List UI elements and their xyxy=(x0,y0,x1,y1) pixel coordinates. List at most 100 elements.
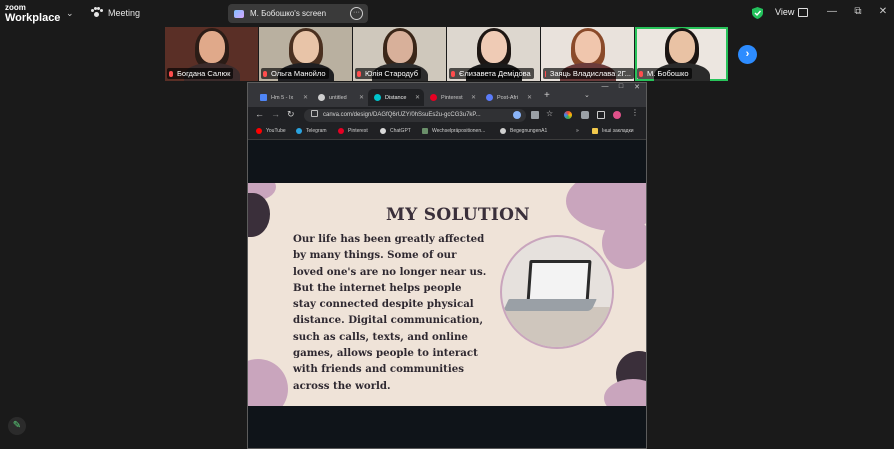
tab-label: Pinterest xyxy=(441,94,463,101)
browser-toolbar: ← → ↻ canva.com/design/DAGfQ6rUZY/0hSsuE… xyxy=(248,107,646,124)
bookmark-other[interactable]: Інші закладки xyxy=(592,128,634,134)
participant-nametag: Ольга Манойло xyxy=(261,68,329,79)
participant-face xyxy=(668,31,695,63)
participant-name: Богдана Салюк xyxy=(177,69,231,78)
pinterest-icon xyxy=(430,94,437,101)
telegram-icon xyxy=(296,128,302,134)
bookmark-label: Інші закладки xyxy=(602,128,634,134)
close-icon[interactable]: ✕ xyxy=(877,6,889,17)
participant-nametag: Єлизавета Демідова xyxy=(449,68,534,79)
back-arrow-icon[interactable]: ← xyxy=(255,109,264,119)
participant-tile[interactable]: Ольга Манойло xyxy=(259,27,352,81)
canva-icon xyxy=(374,94,381,101)
zoom-workplace-logo[interactable]: zoom Workplace xyxy=(5,4,60,24)
star-icon[interactable]: ☆ xyxy=(546,109,554,118)
participant-tile[interactable]: Богдана Салюк xyxy=(165,27,258,81)
browser-close-icon[interactable]: ✕ xyxy=(630,83,644,91)
chatgpt-icon xyxy=(380,128,386,134)
participant-nametag: Богдана Салюк xyxy=(167,68,234,79)
mic-muted-icon xyxy=(263,70,267,77)
slide-text-line: Our life has been greatly affected xyxy=(293,233,485,245)
bookmark-label: Telegram xyxy=(306,128,327,134)
bookmark-label: BegegnungenA1 xyxy=(510,128,548,134)
bookmark-wechsel[interactable]: Wechselpräpositionen... xyxy=(422,128,485,134)
zoom-top-bar: zoom Workplace ⌄ Meeting M. Бобошко's sc… xyxy=(0,0,894,28)
participant-tile[interactable]: Юлія Стародуб xyxy=(353,27,446,81)
laptop-keyboard-shape xyxy=(503,299,597,311)
bookmark-youtube[interactable]: YouTube xyxy=(256,128,286,134)
tab-search-chevron-icon[interactable]: ⌄ xyxy=(584,91,590,99)
participant-name: Єлизавета Демідова xyxy=(459,69,531,78)
extensions-puzzle-icon[interactable] xyxy=(581,111,589,119)
view-grid-icon xyxy=(798,7,809,17)
tab-label: Post-Afri xyxy=(497,94,519,101)
participant-tile[interactable]: Єлизавета Демідова xyxy=(447,27,540,81)
bookmark-begegnungen[interactable]: BegegnungenA1 xyxy=(500,128,547,134)
close-tab-icon[interactable]: ✕ xyxy=(415,94,420,101)
presentation-slide[interactable]: MY SOLUTION Our life has been greatly af… xyxy=(248,183,646,406)
minimize-icon[interactable]: — xyxy=(826,6,838,17)
address-bar[interactable]: canva.com/design/DAGfQ6rUZY/0hSsuEs2u-gc… xyxy=(304,109,526,122)
view-label: View xyxy=(775,7,795,17)
participant-tile[interactable]: Заяць Владислава 2Г... xyxy=(541,27,634,81)
annotate-pencil-icon[interactable]: ✎ xyxy=(8,417,26,435)
tab-label: Hm 5 - Ix xyxy=(271,94,294,101)
laptop-photo xyxy=(500,235,614,349)
sidepanel-icon[interactable] xyxy=(597,111,605,119)
mic-muted-icon xyxy=(545,70,546,77)
bookmark-label: ChatGPT xyxy=(390,128,411,134)
browser-restore-icon[interactable]: □ xyxy=(614,83,628,90)
new-tab-icon[interactable]: + xyxy=(544,90,550,101)
tab-2[interactable]: untitled ✕ xyxy=(312,89,368,106)
desk-shape xyxy=(502,307,612,347)
slide-text-line: loved one's are no longer near us. xyxy=(293,265,487,278)
next-participants-button[interactable]: › xyxy=(738,45,757,64)
restore-icon[interactable]: ⧉ xyxy=(852,6,864,17)
share-icon[interactable] xyxy=(531,111,539,119)
kebab-menu-icon[interactable]: ⋮ xyxy=(631,108,639,117)
bookmark-chatgpt[interactable]: ChatGPT xyxy=(380,128,411,134)
participant-tile[interactable]: М. Бобошко xyxy=(635,27,728,81)
tab-5[interactable]: Post-Afri ✕ xyxy=(480,89,536,106)
extension-color-icon[interactable] xyxy=(564,111,572,119)
tab-strip: Hm 5 - Ix ✕ untitled ✕ Distance ✕ Pinterest… xyxy=(248,83,646,107)
encryption-shield-icon[interactable] xyxy=(752,7,763,19)
tab-3-active[interactable]: Distance ✕ xyxy=(368,89,424,106)
bookmarks-overflow-icon[interactable]: » xyxy=(576,128,579,134)
slide-text-line: by many things. Some of our xyxy=(293,249,457,262)
globe-icon xyxy=(318,94,325,101)
profile-avatar-icon[interactable] xyxy=(613,111,621,119)
participant-face xyxy=(292,31,319,63)
decor-blob xyxy=(604,379,646,406)
brand-zoom-text: zoom xyxy=(5,3,26,12)
screen-share-indicator[interactable]: M. Бобошко's screen ··· xyxy=(228,4,368,23)
decor-blob xyxy=(248,193,270,237)
folder-icon xyxy=(592,128,598,134)
participant-strip: Богдана Салюк Ольга Манойло Юлія Стародуб Є… xyxy=(165,27,728,81)
mic-muted-icon xyxy=(451,70,455,77)
close-tab-icon[interactable]: ✕ xyxy=(471,94,476,101)
bookmark-pinterest[interactable]: Pinterest xyxy=(338,128,368,134)
google-lens-icon[interactable] xyxy=(513,111,521,119)
reload-icon[interactable]: ↻ xyxy=(287,109,295,120)
tab-4[interactable]: Pinterest ✕ xyxy=(424,89,480,106)
view-button[interactable]: View xyxy=(775,7,809,17)
forward-arrow-icon[interactable]: → xyxy=(271,109,280,119)
bookmark-telegram[interactable]: Telegram xyxy=(296,128,327,134)
more-options-icon[interactable]: ··· xyxy=(350,7,363,20)
meeting-label: Meeting xyxy=(108,7,141,18)
chevron-down-icon[interactable]: ⌄ xyxy=(66,8,74,19)
tab-label: Distance xyxy=(385,94,407,101)
close-tab-icon[interactable]: ✕ xyxy=(527,94,532,101)
mic-muted-icon xyxy=(639,70,643,77)
mic-muted-icon xyxy=(169,70,173,77)
slide-text-line: with friends and communities xyxy=(293,363,464,376)
tab-1[interactable]: Hm 5 - Ix ✕ xyxy=(254,89,312,106)
close-tab-icon[interactable]: ✕ xyxy=(359,94,364,101)
close-tab-icon[interactable]: ✕ xyxy=(303,94,308,101)
participant-face xyxy=(386,31,413,63)
browser-minimize-icon[interactable]: — xyxy=(598,83,612,90)
youtube-icon xyxy=(256,128,262,134)
bookmarks-bar: YouTube Telegram Pinterest ChatGPT Wechs… xyxy=(248,125,646,140)
meeting-menu[interactable]: Meeting xyxy=(91,7,140,18)
